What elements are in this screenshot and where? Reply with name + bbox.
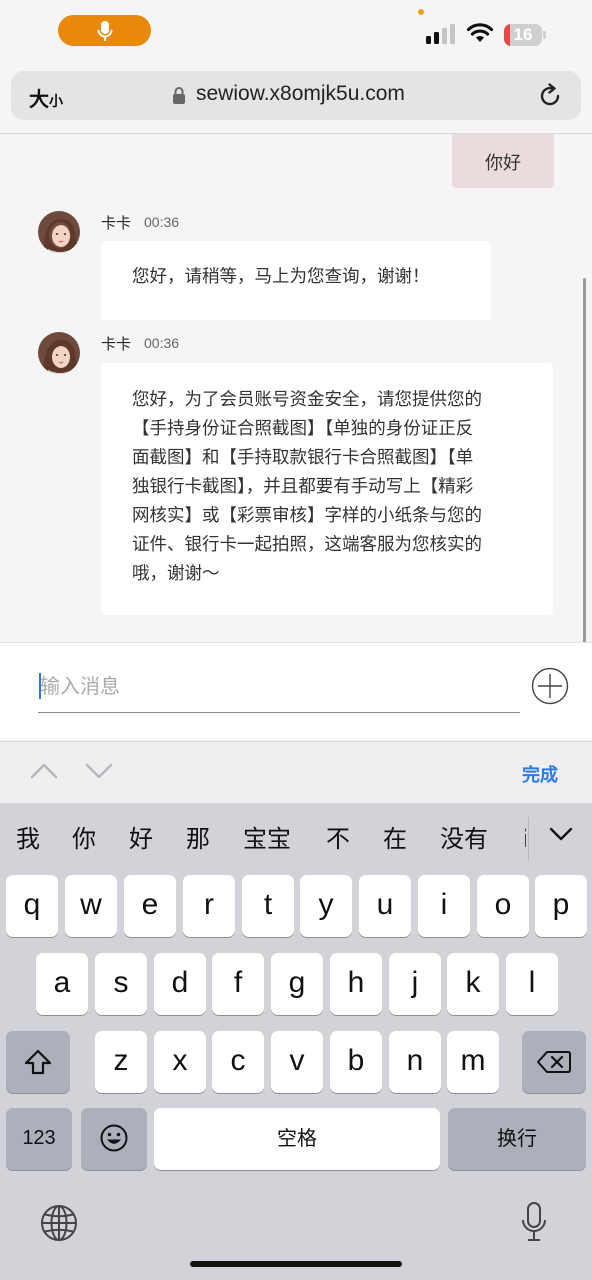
key-c[interactable]: c (212, 1031, 264, 1093)
status-bar: 16 (0, 0, 592, 62)
numbers-key[interactable]: 123 (6, 1108, 72, 1170)
battery-level: 16 (513, 25, 533, 44)
message-text: 您好，请稍等，马上为您查询，谢谢！ (132, 267, 430, 287)
message-line: 网核实】或【彩票审核】字样的小纸条与您的 (132, 506, 482, 526)
globe-icon[interactable] (40, 1204, 78, 1242)
key-e[interactable]: e (124, 875, 176, 937)
message-line: 哦，谢谢～ (132, 564, 220, 584)
key-w[interactable]: w (65, 875, 117, 937)
key-p[interactable]: p (535, 875, 587, 937)
message-line: 您好，为了会员账号资金安全，请您提供您的 (132, 390, 482, 410)
input-underline (38, 712, 520, 713)
shift-icon (24, 1049, 52, 1075)
key-x[interactable]: x (154, 1031, 206, 1093)
mic-indicator[interactable] (58, 15, 151, 46)
done-button[interactable]: 完成 (522, 761, 558, 787)
key-b[interactable]: b (330, 1031, 382, 1093)
key-k[interactable]: k (447, 953, 499, 1015)
candidate-word[interactable]: 宝宝 (243, 817, 291, 861)
key-f[interactable]: f (212, 953, 264, 1015)
wifi-icon (466, 23, 494, 42)
key-q[interactable]: q (6, 875, 58, 937)
message-bubble: 您好，为了会员账号资金安全，请您提供您的 【手持身份证合照截图】【单独的身份证正… (101, 363, 553, 615)
key-d[interactable]: d (154, 953, 206, 1015)
sender-name: 卡卡 (101, 335, 132, 353)
sender-name: 卡卡 (101, 214, 132, 232)
key-y[interactable]: y (300, 875, 352, 937)
my-message-bubble: 你好 (452, 134, 554, 188)
key-v[interactable]: v (271, 1031, 323, 1093)
message-time: 00:36 (144, 335, 180, 351)
battery-icon: 16 (504, 24, 546, 46)
shift-key[interactable] (6, 1031, 70, 1093)
my-message-text: 你好 (485, 153, 521, 174)
key-h[interactable]: h (330, 953, 382, 1015)
candidate-word[interactable]: 在 (383, 817, 407, 861)
url-text[interactable]: sewiow.x8omjk5u.com (196, 82, 405, 106)
avatar[interactable] (38, 332, 80, 374)
key-s[interactable]: s (95, 953, 147, 1015)
candidate-word[interactable]: 你 (72, 817, 96, 861)
delete-icon (537, 1051, 571, 1073)
keyboard: 我 你 好 那 宝宝 不 在 没有 i q w e r t y u i o p … (0, 803, 592, 1280)
message-time: 00:36 (144, 214, 180, 230)
key-z[interactable]: z (95, 1031, 147, 1093)
key-a[interactable]: a (36, 953, 88, 1015)
candidate-word[interactable]: 没有 (440, 817, 488, 861)
candidate-word[interactable]: 我 (16, 817, 40, 861)
key-g[interactable]: g (271, 953, 323, 1015)
key-l[interactable]: l (506, 953, 558, 1015)
delete-key[interactable] (522, 1031, 586, 1093)
chat-scrollbar[interactable] (583, 278, 586, 642)
keyboard-accessory-bar: 完成 (0, 741, 592, 803)
emoji-icon (100, 1124, 128, 1152)
message-line: 证件、银行卡一起拍照，这端客服为您核实的 (132, 535, 482, 555)
plus-icon[interactable] (531, 667, 569, 705)
message-line: 面截图】和【手持取款银行卡合照截图】【单 (132, 448, 474, 468)
privacy-dot (418, 9, 424, 15)
candidate-word[interactable]: 不 (326, 817, 350, 861)
address-bar[interactable]: 大小 sewiow.x8omjk5u.com (11, 71, 581, 120)
return-key[interactable]: 换行 (448, 1108, 586, 1170)
candidate-expand-icon[interactable] (548, 825, 574, 843)
key-m[interactable]: m (447, 1031, 499, 1093)
lock-icon (173, 87, 185, 104)
avatar[interactable] (38, 211, 80, 253)
key-r[interactable]: r (183, 875, 235, 937)
key-i[interactable]: i (418, 875, 470, 937)
text-size-button[interactable]: 大小 (29, 83, 63, 112)
key-t[interactable]: t (242, 875, 294, 937)
mic-icon (97, 20, 112, 41)
message-input[interactable]: 输入消息 (40, 671, 510, 701)
key-o[interactable]: o (477, 875, 529, 937)
message-bubble: 您好，请稍等，马上为您查询，谢谢！ (101, 241, 491, 320)
text-size-small-label: 小 (49, 93, 63, 109)
candidate-word[interactable]: 好 (129, 817, 153, 861)
message-line: 【手持身份证合照截图】【单独的身份证正反 (132, 419, 474, 439)
chevron-up-icon[interactable] (30, 762, 58, 780)
chat-area[interactable]: 你好 卡卡 00:36 您好，请稍等，马上为您查询，谢谢！ 卡卡 00:36 您… (0, 134, 592, 642)
message-line: 独银行卡截图】，并且都要有手动写上【精彩 (132, 477, 474, 497)
home-indicator[interactable] (190, 1261, 402, 1267)
reload-icon[interactable] (537, 83, 563, 109)
dictation-mic-icon[interactable] (520, 1201, 548, 1243)
key-u[interactable]: u (359, 875, 411, 937)
text-size-big-label: 大 (29, 89, 49, 111)
text-cursor (39, 673, 41, 699)
emoji-key[interactable] (81, 1108, 147, 1170)
candidate-word[interactable]: i (523, 817, 526, 861)
chevron-down-icon[interactable] (85, 762, 113, 780)
space-key[interactable]: 空格 (154, 1108, 440, 1170)
signal-icon (426, 24, 455, 44)
key-j[interactable]: j (389, 953, 441, 1015)
key-n[interactable]: n (389, 1031, 441, 1093)
candidate-separator (528, 817, 529, 861)
candidate-overflow: i (510, 817, 526, 861)
candidate-word[interactable]: 那 (186, 817, 210, 861)
composer: 输入消息 (0, 642, 592, 740)
